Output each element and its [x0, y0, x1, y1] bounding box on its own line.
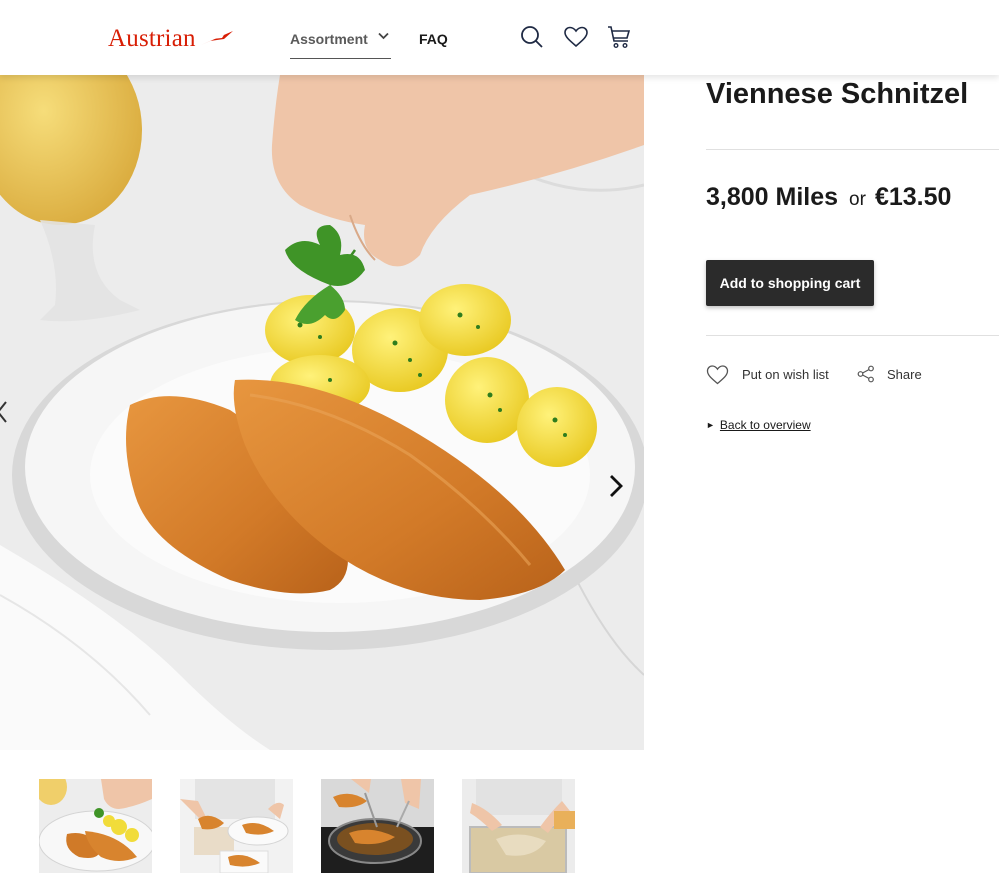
- price-miles: 3,800 Miles: [706, 183, 839, 211]
- divider: [706, 335, 999, 336]
- thumbnail-strip: [39, 779, 575, 873]
- nav-faq[interactable]: FAQ: [419, 29, 448, 49]
- price-euro: €13.50: [874, 183, 952, 211]
- carousel-prev-icon[interactable]: [0, 400, 8, 424]
- nav-assortment[interactable]: Assortment: [290, 29, 391, 59]
- thumbnail-3[interactable]: [321, 779, 434, 873]
- heart-icon: [706, 365, 729, 385]
- thumbnail-4[interactable]: [462, 779, 575, 873]
- cart-icon[interactable]: [606, 24, 632, 50]
- logo-arrow-icon: [200, 31, 233, 45]
- divider: [706, 149, 999, 150]
- share-icon: [857, 365, 874, 383]
- site-header: Austrian Assortment FAQ: [0, 0, 999, 75]
- thumbnail-1[interactable]: [39, 779, 152, 873]
- add-to-cart-button[interactable]: Add to shopping cart: [706, 260, 874, 306]
- share-label: Share: [887, 366, 922, 382]
- price-row: 3,800 Miles or €13.50: [706, 183, 951, 212]
- thumbnail-4-image: [462, 779, 575, 873]
- thumbnail-3-image: [321, 779, 434, 873]
- thumbnail-2[interactable]: [180, 779, 293, 873]
- nav-assortment-label: Assortment: [290, 31, 368, 47]
- chevron-down-icon: [378, 32, 389, 40]
- schnitzel-photo: [0, 75, 644, 750]
- heart-icon[interactable]: [563, 24, 589, 50]
- product-main-image: [0, 75, 644, 750]
- carousel-next-icon[interactable]: [604, 471, 628, 501]
- thumbnail-2-image: [180, 779, 293, 873]
- thumbnail-1-image: [39, 779, 152, 873]
- search-icon[interactable]: [519, 24, 545, 50]
- back-to-overview: ► Back to overview: [706, 418, 811, 432]
- play-arrow-icon: ►: [706, 420, 715, 430]
- wishlist-button[interactable]: Put on wish list: [706, 364, 829, 385]
- austrian-logo[interactable]: Austrian: [108, 26, 234, 52]
- back-to-overview-link[interactable]: Back to overview: [720, 418, 811, 432]
- price-or-text: or: [849, 189, 866, 210]
- product-title: Viennese Schnitzel: [706, 78, 969, 110]
- share-button[interactable]: Share: [857, 365, 922, 383]
- logo-text: Austrian: [108, 25, 196, 52]
- wishlist-label: Put on wish list: [742, 367, 829, 382]
